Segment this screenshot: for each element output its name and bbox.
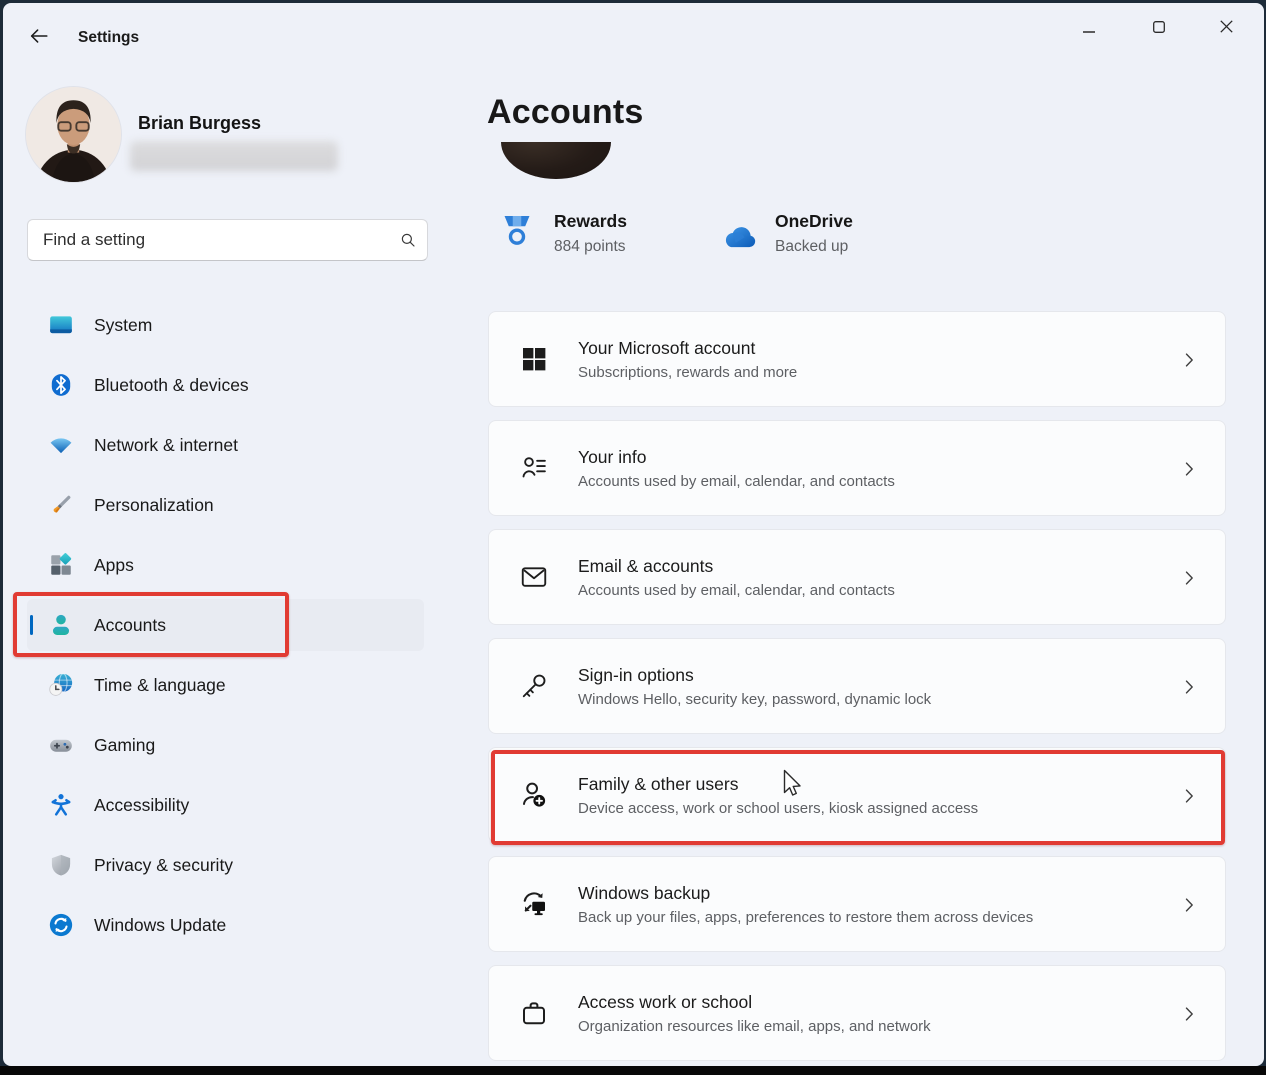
- backup-sync-icon: [519, 889, 549, 919]
- rewards-label: Rewards: [554, 211, 627, 232]
- card-your-microsoft-account[interactable]: Your Microsoft account Subscriptions, re…: [488, 311, 1226, 407]
- key-icon: [519, 671, 549, 701]
- sidebar-item-label: Apps: [94, 555, 134, 576]
- card-title: Your Microsoft account: [578, 338, 797, 359]
- envelope-icon: [519, 562, 549, 592]
- chevron-right-icon: [1179, 785, 1199, 812]
- card-title: Email & accounts: [578, 556, 895, 577]
- search-icon: [389, 231, 427, 249]
- rewards-points: 884 points: [554, 238, 627, 256]
- accounts-icon: [48, 612, 74, 638]
- onedrive-cloud-icon: [721, 211, 759, 257]
- sidebar-item-label: Time & language: [94, 675, 226, 696]
- rewards-medal-icon: [500, 211, 538, 257]
- search-box[interactable]: [27, 219, 428, 261]
- card-your-info[interactable]: Your info Accounts used by email, calend…: [488, 420, 1226, 516]
- minimize-icon: [1083, 20, 1095, 38]
- card-subtitle: Accounts used by email, calendar, and co…: [578, 473, 895, 490]
- card-sign-in-options[interactable]: Sign-in options Windows Hello, security …: [488, 638, 1226, 734]
- onedrive-summary[interactable]: OneDrive Backed up: [721, 211, 853, 257]
- card-subtitle: Accounts used by email, calendar, and co…: [578, 582, 895, 599]
- window-title: Settings: [78, 29, 139, 47]
- sidebar-item-label: Network & internet: [94, 435, 238, 456]
- sidebar-item-apps[interactable]: Apps: [27, 539, 424, 591]
- card-subtitle: Windows Hello, security key, password, d…: [578, 691, 931, 708]
- chevron-right-icon: [1179, 567, 1199, 594]
- settings-card-list: Your Microsoft account Subscriptions, re…: [488, 311, 1226, 1066]
- user-email-blurred: [130, 141, 338, 171]
- sidebar-item-bluetooth-devices[interactable]: Bluetooth & devices: [27, 359, 424, 411]
- hero-avatar-partial: [501, 142, 611, 179]
- card-subtitle: Back up your files, apps, preferences to…: [578, 909, 1033, 926]
- minimize-button[interactable]: [1066, 11, 1112, 47]
- page-title: Accounts: [487, 93, 644, 132]
- mouse-cursor-icon: [779, 768, 803, 805]
- rewards-summary[interactable]: Rewards 884 points: [500, 211, 627, 257]
- microsoft-logo-icon: [519, 344, 549, 374]
- card-subtitle: Subscriptions, rewards and more: [578, 364, 797, 381]
- privacy-security-icon: [48, 852, 74, 878]
- sidebar-item-label: Windows Update: [94, 915, 226, 936]
- card-family-other-users[interactable]: Family & other users Device access, work…: [488, 747, 1226, 843]
- windows-update-icon: [48, 912, 74, 938]
- search-input[interactable]: [28, 230, 389, 250]
- sidebar-item-label: System: [94, 315, 152, 336]
- chevron-right-icon: [1179, 676, 1199, 703]
- contact-card-icon: [519, 453, 549, 483]
- onedrive-status: Backed up: [775, 238, 853, 256]
- sidebar-item-privacy-security[interactable]: Privacy & security: [27, 839, 424, 891]
- sidebar-item-personalization[interactable]: Personalization: [27, 479, 424, 531]
- sidebar-item-time-language[interactable]: Time & language: [27, 659, 424, 711]
- sidebar-item-accessibility[interactable]: Accessibility: [27, 779, 424, 831]
- maximize-icon: [1153, 20, 1165, 38]
- sidebar-item-accounts[interactable]: Accounts: [27, 599, 424, 651]
- sidebar-item-system[interactable]: System: [27, 299, 424, 351]
- avatar: [26, 87, 121, 182]
- card-windows-backup[interactable]: Windows backup Back up your files, apps,…: [488, 856, 1226, 952]
- accessibility-icon: [48, 792, 74, 818]
- sidebar-item-label: Accounts: [94, 615, 166, 636]
- user-name: Brian Burgess: [138, 113, 261, 134]
- briefcase-icon: [519, 998, 549, 1028]
- person-add-icon: [519, 780, 549, 810]
- sidebar-item-label: Accessibility: [94, 795, 189, 816]
- sidebar-item-label: Gaming: [94, 735, 155, 756]
- window-bottom-edge: [0, 1066, 1266, 1075]
- card-title: Sign-in options: [578, 665, 931, 686]
- sidebar-item-label: Personalization: [94, 495, 214, 516]
- card-title: Your info: [578, 447, 895, 468]
- sidebar-nav: System Bluetooth & devices Network & int…: [27, 299, 424, 959]
- close-icon: [1220, 20, 1233, 38]
- system-icon: [48, 312, 74, 338]
- card-title: Access work or school: [578, 992, 931, 1013]
- chevron-right-icon: [1179, 349, 1199, 376]
- chevron-right-icon: [1179, 458, 1199, 485]
- close-button[interactable]: [1203, 11, 1249, 47]
- sidebar-item-label: Bluetooth & devices: [94, 375, 249, 396]
- apps-icon: [48, 552, 74, 578]
- back-arrow-icon: [28, 25, 50, 52]
- gaming-icon: [48, 732, 74, 758]
- card-title: Windows backup: [578, 883, 1033, 904]
- sidebar-item-network-internet[interactable]: Network & internet: [27, 419, 424, 471]
- back-button[interactable]: [22, 22, 56, 54]
- onedrive-label: OneDrive: [775, 211, 853, 232]
- time-language-icon: [48, 672, 74, 698]
- sidebar-item-gaming[interactable]: Gaming: [27, 719, 424, 771]
- bluetooth-icon: [48, 372, 74, 398]
- maximize-button[interactable]: [1136, 11, 1182, 47]
- settings-window: Settings Brian Burgess: [3, 3, 1264, 1066]
- network-icon: [48, 432, 74, 458]
- personalization-icon: [48, 492, 74, 518]
- chevron-right-icon: [1179, 894, 1199, 921]
- card-subtitle: Organization resources like email, apps,…: [578, 1018, 931, 1035]
- sidebar-item-windows-update[interactable]: Windows Update: [27, 899, 424, 951]
- chevron-right-icon: [1179, 1003, 1199, 1030]
- sidebar-item-label: Privacy & security: [94, 855, 233, 876]
- card-email-accounts[interactable]: Email & accounts Accounts used by email,…: [488, 529, 1226, 625]
- card-access-work-or-school[interactable]: Access work or school Organization resou…: [488, 965, 1226, 1061]
